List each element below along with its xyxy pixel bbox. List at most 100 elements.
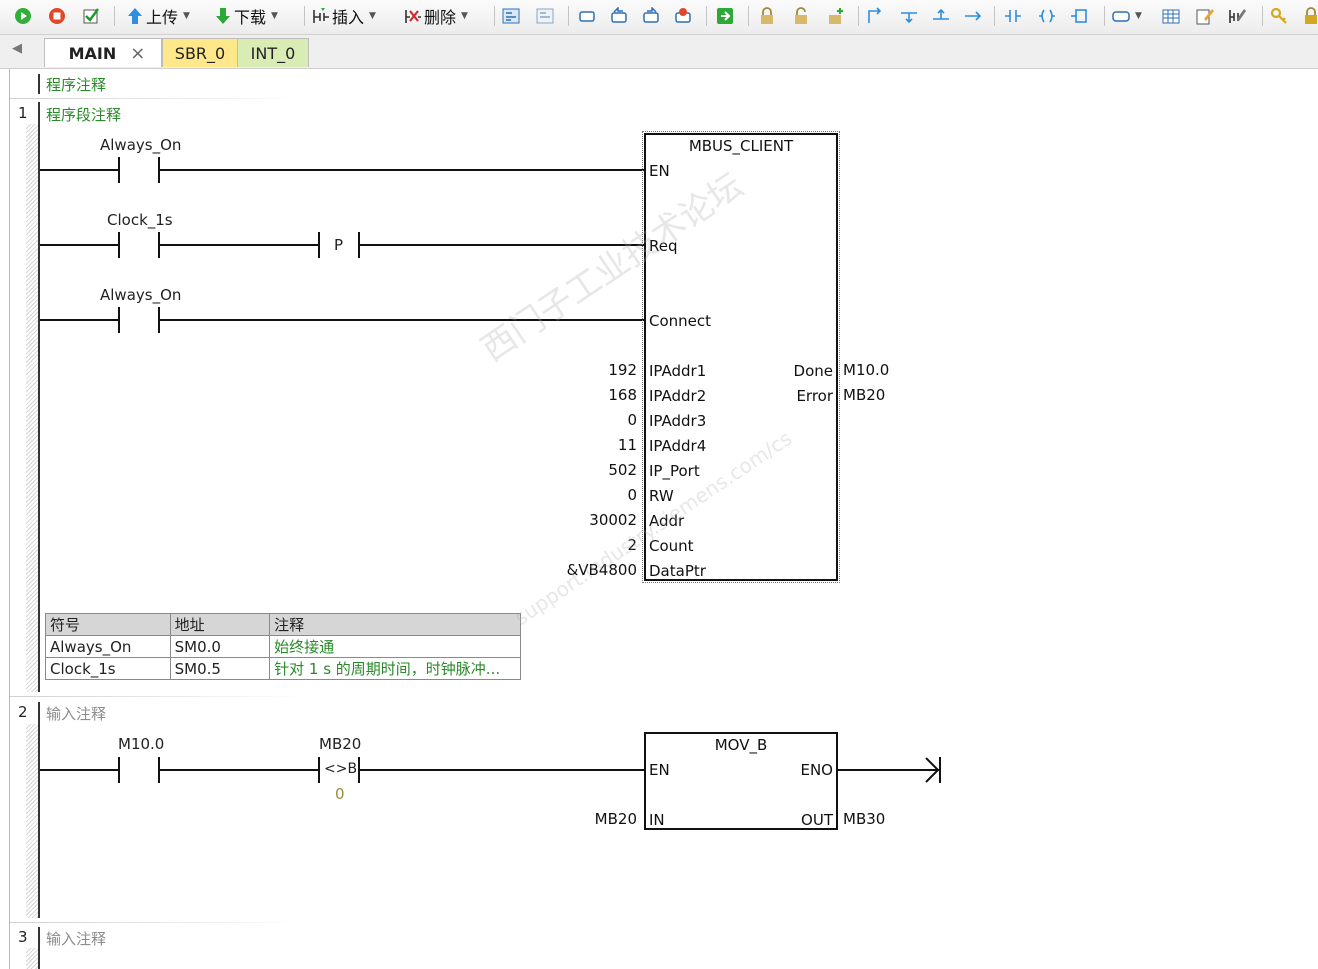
upload-button[interactable]: 上传 ▼ — [126, 5, 190, 27]
table-header-row: 符号 地址 注释 — [45, 613, 521, 636]
block-button[interactable] — [578, 5, 596, 27]
pin-out: OUT — [801, 811, 833, 829]
tab-scroll-left-icon[interactable]: ◀ — [12, 41, 22, 56]
pin-ipaddr2: IPAddr2 — [649, 387, 707, 405]
network-comment[interactable]: 输入注释 — [46, 703, 106, 724]
goto-arrow-icon — [717, 8, 733, 24]
pin-ipaddr1: IPAddr1 — [649, 362, 707, 380]
param-ip-port-value[interactable]: 502 — [608, 461, 637, 479]
program-status-icon — [502, 8, 520, 24]
param-ipaddr2-value[interactable]: 168 — [608, 386, 637, 404]
pin-eno: ENO — [800, 761, 833, 779]
comment-button[interactable]: ▼ — [1112, 5, 1142, 27]
unlock-button[interactable] — [792, 5, 810, 27]
tab-sbr0-label: SBR_0 — [174, 43, 226, 63]
download-dropdown-icon[interactable]: ▼ — [271, 11, 278, 21]
compile-button[interactable] — [82, 5, 100, 27]
block-icon — [579, 11, 595, 22]
pause-status-button[interactable] — [536, 5, 554, 27]
upload-block-button[interactable] — [610, 5, 628, 27]
network-number: 3 — [18, 928, 28, 946]
header-comment: 注释 — [269, 613, 521, 636]
toolbar: 上传 ▼ 下载 ▼ 插入 ▼ 删除 ▼ ▼ — [0, 0, 1318, 35]
param-ipaddr1-value[interactable]: 192 — [608, 361, 637, 379]
output-error-value[interactable]: MB20 — [843, 386, 885, 404]
stop-button[interactable] — [48, 5, 66, 27]
lock-button[interactable] — [758, 5, 776, 27]
delete-network-icon — [405, 10, 421, 23]
contact-label: Always_On — [100, 136, 182, 154]
param-count-value[interactable]: 2 — [627, 536, 637, 554]
mov-in-value[interactable]: MB20 — [595, 810, 637, 828]
network-comment[interactable]: 程序段注释 — [46, 104, 121, 125]
edit-button[interactable] — [1196, 5, 1214, 27]
param-dataptr-value[interactable]: &VB4800 — [567, 561, 637, 579]
symbol-info-table: 符号 地址 注释 Always_On SM0.0 始终接通 Clock_1s S… — [45, 613, 521, 680]
tab-main[interactable]: MAIN × — [44, 38, 162, 67]
goto-button[interactable] — [716, 5, 734, 27]
output-done-value[interactable]: M10.0 — [843, 361, 889, 379]
pin-ipaddr4: IPAddr4 — [649, 437, 707, 455]
param-ipaddr4-value[interactable]: 11 — [618, 436, 637, 454]
delete-dropdown-icon[interactable]: ▼ — [461, 11, 468, 21]
box-button[interactable] — [1070, 5, 1088, 27]
download-button[interactable]: 下载 ▼ — [214, 5, 278, 27]
download-block-icon — [643, 7, 659, 23]
line-right-button[interactable] — [964, 5, 982, 27]
block-title: MOV_B — [714, 736, 768, 754]
run-icon — [15, 8, 31, 24]
edit-pencil-icon — [1196, 9, 1214, 25]
tab-close-icon[interactable]: × — [130, 43, 145, 64]
branch-down-icon — [901, 12, 917, 24]
add-lock-button[interactable] — [826, 5, 844, 27]
pause-status-icon — [536, 8, 554, 24]
network-comment[interactable]: 输入注释 — [46, 928, 106, 949]
insert-dropdown-icon[interactable]: ▼ — [369, 11, 376, 21]
tab-int0[interactable]: INT_0 — [237, 38, 309, 67]
tab-int0-label: INT_0 — [250, 43, 296, 63]
symbol-table-button[interactable] — [1162, 5, 1180, 27]
tab-main-label: MAIN — [68, 43, 117, 63]
pin-ipaddr3: IPAddr3 — [649, 412, 707, 430]
network-number: 2 — [18, 703, 28, 721]
password-button[interactable] — [1270, 5, 1288, 27]
tab-sbr0[interactable]: SBR_0 — [162, 38, 238, 67]
download-block-button[interactable] — [642, 5, 660, 27]
pin-in: IN — [649, 811, 665, 829]
upload-dropdown-icon[interactable]: ▼ — [183, 11, 190, 21]
insert-button[interactable]: 插入 ▼ — [312, 5, 376, 27]
run-button[interactable] — [14, 5, 32, 27]
edit-network-button[interactable] — [1228, 5, 1246, 27]
contact-icon — [1005, 10, 1021, 22]
contact-button[interactable] — [1004, 5, 1022, 27]
pin-ip-port: IP_Port — [649, 462, 700, 480]
branch-down-button[interactable] — [900, 5, 918, 27]
branch-up-button[interactable] — [866, 5, 884, 27]
mov-out-value[interactable]: MB30 — [843, 810, 885, 828]
table-row: Clock_1s SM0.5 针对 1 s 的周期时间，时钟脉冲... — [45, 657, 521, 680]
symbol-table-icon — [1162, 9, 1180, 24]
pin-addr: Addr — [649, 512, 685, 530]
comment-icon — [1112, 11, 1130, 22]
param-addr-value[interactable]: 30002 — [589, 511, 637, 529]
mov-b-block[interactable]: MOV_B EN ENO IN OUT — [644, 732, 838, 830]
line-up-button[interactable] — [932, 5, 950, 27]
mbus-client-block[interactable]: MBUS_CLIENT EN Req Connect IPAddr1 IPAdd… — [642, 131, 840, 583]
program-status-button[interactable] — [502, 5, 520, 27]
param-ipaddr3-value[interactable]: 0 — [627, 411, 637, 429]
address-cell: SM0.0 — [169, 635, 271, 658]
table-row: Always_On SM0.0 始终接通 — [45, 635, 521, 658]
contact-label: Clock_1s — [107, 211, 173, 229]
coil-button[interactable] — [1038, 5, 1056, 27]
delete-button[interactable]: 删除 ▼ — [404, 5, 468, 27]
header-symbol: 符号 — [45, 613, 171, 636]
param-rw-value[interactable]: 0 — [627, 486, 637, 504]
program-comment[interactable]: 程序注释 — [46, 74, 106, 95]
symbol-cell: Always_On — [45, 635, 171, 658]
comment-dropdown-icon[interactable]: ▼ — [1135, 11, 1142, 21]
contact-label: M10.0 — [118, 735, 165, 753]
protect-button[interactable] — [1302, 5, 1318, 27]
compile-check-icon — [83, 8, 100, 24]
upload-label: 上传 — [146, 8, 179, 27]
clear-block-button[interactable] — [674, 5, 692, 27]
